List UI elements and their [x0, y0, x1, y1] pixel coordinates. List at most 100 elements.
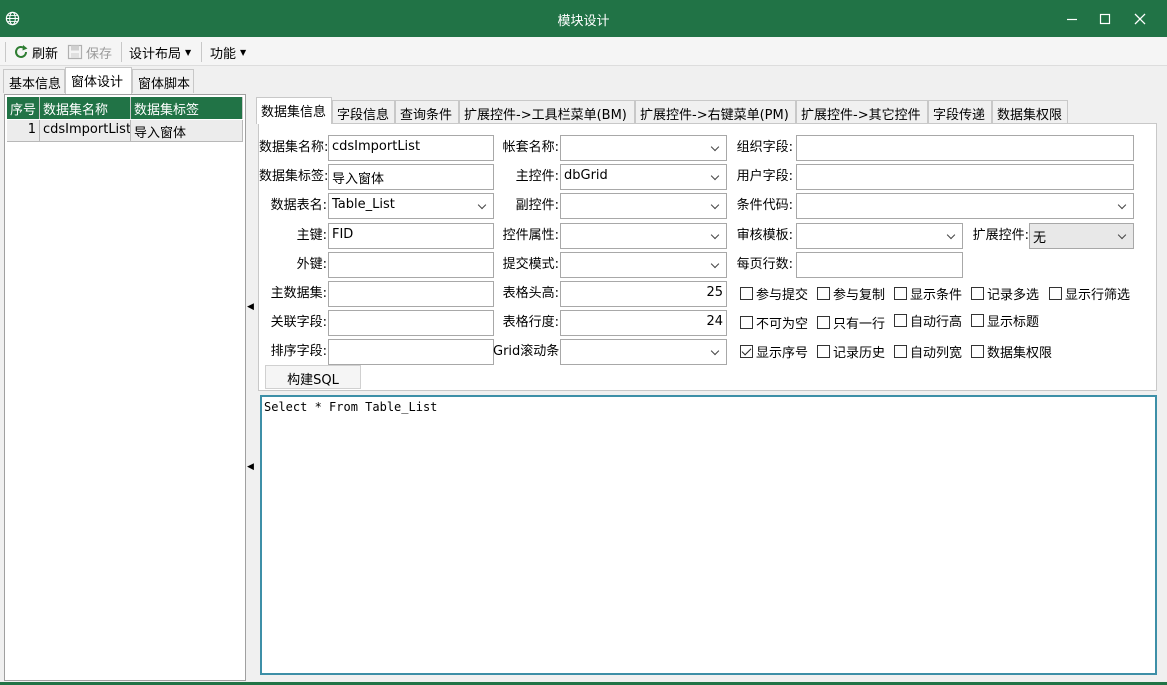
checkbox-box-checked[interactable] [740, 344, 753, 358]
tab-ext-toolbar-menu[interactable]: 扩展控件->工具栏菜单(BM) [459, 100, 635, 123]
tab-form-script[interactable]: 窗体脚本 [132, 69, 194, 93]
main-control-select[interactable]: dbGrid [560, 164, 727, 190]
checkbox-box[interactable] [1049, 286, 1062, 300]
refresh-button[interactable]: 刷新 [13, 43, 59, 62]
checkbox-label: 显示序号 [756, 345, 809, 361]
account-name-select[interactable] [560, 135, 727, 161]
refresh-icon [15, 45, 28, 58]
tab-form-design[interactable]: 窗体设计 [65, 67, 132, 94]
dataset-name-input[interactable]: cdsImportList [328, 135, 494, 161]
checkbox-not-null[interactable]: 不可为空 [740, 313, 809, 332]
foreign-key-input[interactable] [328, 252, 494, 278]
sub-control-select[interactable] [560, 193, 727, 219]
checkbox-single-row[interactable]: 只有一行 [817, 313, 885, 332]
function-label: 功能 [210, 46, 237, 62]
collapse-left-icon[interactable]: ◀ [247, 462, 254, 472]
dataset-info-form: 数据集名称: cdsImportList 数据集标签: 导入窗体 数据表名: T… [258, 123, 1157, 391]
control-property-select[interactable] [560, 223, 727, 249]
layout-menu[interactable]: 设计布局 ▼ [129, 43, 191, 62]
header-height-input[interactable]: 25 [560, 281, 727, 307]
label-sub-control: 副控件: [515, 198, 559, 213]
checkbox-show-conditions[interactable]: 显示条件 [894, 284, 963, 303]
condition-code-select[interactable] [796, 193, 1134, 219]
checkbox-participate-copy[interactable]: 参与复制 [817, 284, 885, 303]
tab-field-info[interactable]: 字段信息 [332, 100, 395, 123]
column-header-dataset-label[interactable]: 数据集标签 [131, 97, 243, 119]
audit-template-select[interactable] [796, 223, 963, 249]
title-bar: 模块设计 [0, 0, 1167, 37]
tab-dataset-info[interactable]: 数据集信息 [256, 97, 332, 124]
layout-label: 设计布局 [129, 46, 182, 62]
table-name-select[interactable]: Table_List [328, 193, 494, 219]
minimize-button[interactable] [1061, 8, 1083, 30]
master-dataset-input[interactable] [328, 281, 494, 307]
top-tab-bar: 基本信息 窗体设计 窗体脚本 [0, 67, 1167, 94]
label-org-field: 组织字段: [736, 140, 793, 155]
row-height-input[interactable]: 24 [560, 310, 727, 336]
tab-basic-info[interactable]: 基本信息 [3, 69, 65, 93]
checkbox-box[interactable] [894, 313, 907, 327]
refresh-label: 刷新 [32, 46, 59, 62]
checkbox-dataset-permissions[interactable]: 数据集权限 [971, 342, 1052, 361]
checkbox-box[interactable] [894, 286, 907, 300]
window-title: 模块设计 [557, 14, 610, 29]
close-button[interactable] [1129, 8, 1151, 30]
checkbox-auto-row-height[interactable]: 自动行高 [894, 311, 962, 330]
save-label: 保存 [86, 46, 113, 62]
table-cell-dataset-name[interactable]: cdsImportList [40, 120, 131, 142]
label-account-name: 帐套名称: [502, 140, 559, 155]
dataset-label-input[interactable]: 导入窗体 [328, 164, 494, 190]
checkbox-box[interactable] [971, 286, 984, 300]
checkbox-label: 记录历史 [833, 345, 886, 361]
collapse-left-icon[interactable]: ◀ [247, 302, 254, 312]
checkbox-record-history[interactable]: 记录历史 [817, 342, 886, 361]
tab-dataset-permissions[interactable]: 数据集权限 [992, 100, 1068, 123]
org-field-input[interactable] [796, 135, 1134, 161]
checkbox-show-title[interactable]: 显示标题 [971, 311, 1039, 330]
table-cell-index[interactable]: 1 [7, 120, 40, 142]
checkbox-label: 不可为空 [756, 316, 809, 332]
checkbox-label: 显示条件 [910, 287, 963, 303]
checkbox-row-filter[interactable]: 显示行筛选 [1049, 284, 1130, 303]
sql-editor[interactable]: Select * From Table_List [260, 395, 1157, 675]
label-foreign-key: 外键: [296, 257, 327, 272]
checkbox-box[interactable] [971, 344, 984, 358]
tab-ext-other-controls[interactable]: 扩展控件->其它控件 [796, 100, 928, 123]
submit-mode-select[interactable] [560, 252, 727, 278]
tab-ext-context-menu[interactable]: 扩展控件->右键菜单(PM) [635, 100, 796, 123]
panel-splitter[interactable]: ◀ ◀ [246, 94, 254, 681]
ext-control-select[interactable]: 无 [1029, 223, 1134, 249]
caret-down-icon: ▼ [240, 47, 247, 57]
link-field-input[interactable] [328, 310, 494, 336]
label-grid-scrollbar: Grid滚动条: [493, 344, 564, 359]
column-header-dataset-name[interactable]: 数据集名称 [40, 97, 131, 119]
maximize-icon [1099, 13, 1111, 25]
function-menu[interactable]: 功能 ▼ [210, 43, 247, 62]
checkbox-multi-select[interactable]: 记录多选 [971, 284, 1040, 303]
grid-scrollbar-select[interactable] [560, 339, 727, 365]
toolbar-separator [121, 42, 122, 62]
checkbox-show-index[interactable]: 显示序号 [740, 342, 809, 361]
checkbox-box[interactable] [817, 286, 830, 300]
table-cell-dataset-label[interactable]: 导入窗体 [131, 120, 243, 142]
checkbox-label: 记录多选 [987, 287, 1040, 303]
close-icon [1134, 13, 1146, 25]
primary-key-input[interactable]: FID [328, 223, 494, 249]
checkbox-box[interactable] [740, 315, 753, 329]
tab-query-conditions[interactable]: 查询条件 [395, 100, 459, 123]
checkbox-box[interactable] [971, 313, 984, 327]
checkbox-box[interactable] [894, 344, 907, 358]
build-sql-button[interactable]: 构建SQL [265, 365, 361, 389]
checkbox-box[interactable] [740, 286, 753, 300]
tab-field-transfer[interactable]: 字段传递 [928, 100, 992, 123]
user-field-input[interactable] [796, 164, 1134, 190]
sort-field-input[interactable] [328, 339, 494, 365]
checkbox-box[interactable] [817, 344, 830, 358]
page-rows-input[interactable] [796, 252, 963, 278]
maximize-button[interactable] [1094, 8, 1116, 30]
save-button[interactable]: 保存 [67, 43, 113, 62]
checkbox-participate-submit[interactable]: 参与提交 [740, 284, 808, 303]
checkbox-box[interactable] [817, 315, 830, 329]
column-header-index[interactable]: 序号 [7, 97, 40, 119]
checkbox-auto-col-width[interactable]: 自动列宽 [894, 342, 962, 361]
